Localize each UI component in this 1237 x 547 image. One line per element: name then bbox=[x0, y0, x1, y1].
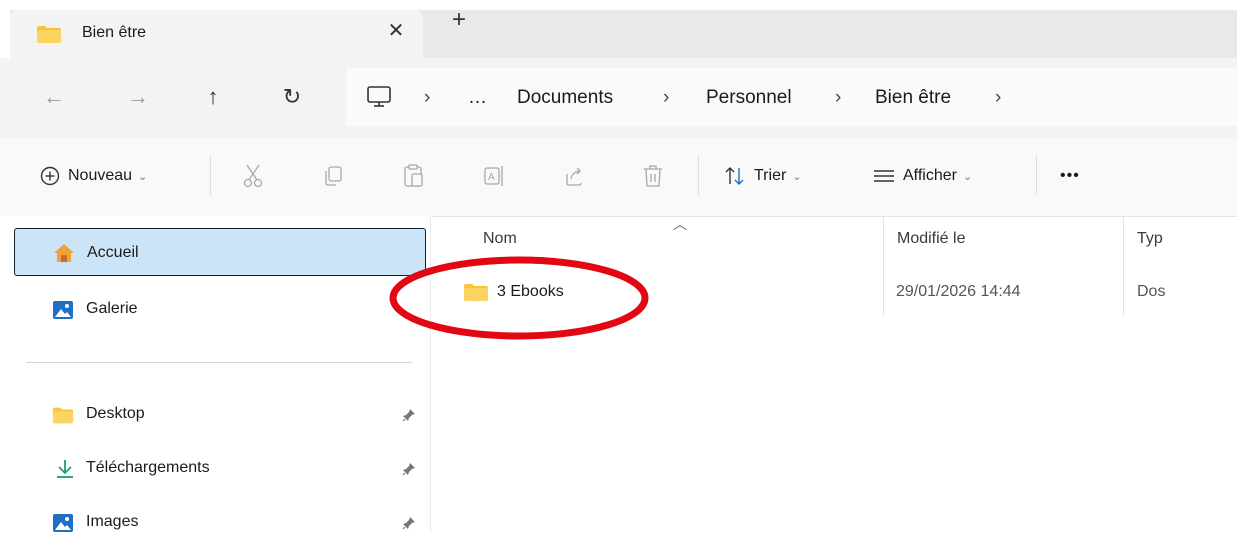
forward-button[interactable]: → bbox=[122, 77, 154, 117]
sidebar-item-label: Images bbox=[86, 513, 139, 530]
close-tab-button[interactable]: ✕ bbox=[382, 18, 410, 43]
sidebar-item-galerie[interactable]: Galerie bbox=[14, 286, 426, 334]
sidebar-divider bbox=[26, 362, 412, 363]
chevron-down-icon: ⌄ bbox=[962, 170, 973, 183]
sort-button[interactable]: Trier ⌄ bbox=[724, 160, 802, 192]
breadcrumb-personnel[interactable]: Personnel bbox=[706, 87, 792, 109]
file-row[interactable]: 3 Ebooks 29/01/2026 14:44 Dos bbox=[451, 274, 1237, 308]
sidebar-item-label: Accueil bbox=[87, 244, 139, 261]
sidebar-item-label: Téléchargements bbox=[86, 459, 210, 476]
back-arrow-icon: ← bbox=[43, 84, 65, 109]
paste-button[interactable] bbox=[403, 160, 425, 192]
view-label: Afficher bbox=[903, 167, 957, 184]
computer-icon[interactable] bbox=[366, 85, 392, 109]
column-header-type[interactable]: Typ bbox=[1137, 230, 1163, 248]
sidebar-item-accueil[interactable]: Accueil bbox=[14, 228, 426, 276]
column-header-name[interactable]: Nom bbox=[483, 230, 517, 248]
sidebar-item-telechargements[interactable]: Téléchargements bbox=[14, 445, 426, 493]
sidebar-item-label: Desktop bbox=[86, 405, 145, 422]
rename-button[interactable]: A bbox=[483, 160, 507, 192]
cut-button[interactable] bbox=[243, 160, 263, 192]
images-icon bbox=[53, 514, 73, 532]
navigation-pane: Accueil Galerie Desktop Téléchargements bbox=[0, 216, 431, 533]
sidebar-item-images[interactable]: Images bbox=[14, 499, 426, 547]
share-button[interactable] bbox=[563, 160, 585, 192]
refresh-icon: ↻ bbox=[282, 84, 302, 109]
sort-arrows-icon bbox=[725, 167, 744, 185]
chevron-right-icon[interactable]: › bbox=[995, 87, 1001, 109]
toolbar-divider bbox=[698, 155, 699, 195]
forward-arrow-icon: → bbox=[127, 84, 149, 109]
file-modified-date: 29/01/2026 14:44 bbox=[896, 283, 1021, 300]
download-icon bbox=[57, 460, 73, 478]
copy-icon bbox=[325, 166, 342, 186]
plus-circle-icon bbox=[40, 166, 60, 186]
toolbar-divider bbox=[210, 155, 211, 195]
breadcrumb-documents[interactable]: Documents bbox=[517, 87, 613, 109]
folder-icon bbox=[464, 284, 488, 301]
tab-bien-etre[interactable]: Bien être ✕ bbox=[10, 10, 423, 58]
new-label: Nouveau bbox=[68, 167, 133, 184]
copy-button[interactable] bbox=[323, 160, 343, 192]
svg-text:A: A bbox=[488, 172, 495, 183]
folder-icon bbox=[37, 26, 61, 43]
rename-icon: A bbox=[484, 166, 503, 186]
file-type: Dos bbox=[1137, 283, 1166, 300]
clipboard-icon bbox=[404, 164, 423, 187]
refresh-button[interactable]: ↻ bbox=[276, 77, 308, 117]
sidebar-item-label: Galerie bbox=[86, 300, 138, 317]
address-overflow-button[interactable]: … bbox=[468, 87, 487, 109]
delete-button[interactable] bbox=[643, 160, 663, 192]
sidebar-item-desktop[interactable]: Desktop bbox=[14, 391, 426, 439]
address-bar[interactable]: › … Documents › Personnel › Bien être › bbox=[346, 68, 1237, 126]
chevron-right-icon[interactable]: › bbox=[424, 87, 430, 109]
sort-ascending-icon: ︿ bbox=[673, 216, 687, 232]
view-lines-icon bbox=[874, 170, 894, 182]
sort-label: Trier bbox=[754, 167, 787, 184]
new-tab-button[interactable]: + bbox=[444, 6, 474, 34]
view-button[interactable]: Afficher ⌄ bbox=[873, 160, 972, 192]
trash-icon bbox=[644, 165, 662, 187]
navigation-row: ← → ↑ ↻ › … Documents › Personnel › Bien… bbox=[0, 58, 1237, 138]
scissors-icon bbox=[243, 164, 263, 188]
up-button[interactable]: ↑ bbox=[197, 77, 229, 117]
tab-bar: Bien être ✕ + bbox=[0, 0, 1237, 58]
breadcrumb-bien-etre[interactable]: Bien être bbox=[875, 87, 951, 109]
more-dots-icon: ••• bbox=[1060, 167, 1080, 184]
new-button[interactable]: Nouveau ⌄ bbox=[40, 160, 147, 192]
share-icon bbox=[566, 167, 582, 186]
file-list: ︿ Nom Modifié le Typ 3 Ebooks 29/01/2026… bbox=[431, 216, 1237, 533]
more-options-button[interactable]: ••• bbox=[1060, 160, 1080, 192]
pin-icon[interactable] bbox=[402, 408, 416, 422]
home-icon bbox=[54, 244, 74, 262]
chevron-right-icon[interactable]: › bbox=[835, 87, 841, 109]
gallery-icon bbox=[53, 301, 73, 319]
chevron-right-icon[interactable]: › bbox=[663, 87, 669, 109]
tab-title: Bien être bbox=[82, 24, 147, 41]
back-button[interactable]: ← bbox=[38, 77, 70, 117]
up-arrow-icon: ↑ bbox=[207, 84, 219, 109]
chevron-down-icon: ⌄ bbox=[138, 170, 148, 183]
folder-icon bbox=[52, 407, 74, 424]
command-bar: Nouveau ⌄ A Trier ⌄ Afficher ⌄ ••• bbox=[0, 138, 1237, 217]
toolbar-divider bbox=[1036, 155, 1037, 195]
pin-icon[interactable] bbox=[402, 462, 416, 476]
pin-icon[interactable] bbox=[402, 516, 416, 530]
column-header-modified[interactable]: Modifié le bbox=[897, 230, 965, 248]
chevron-down-icon: ⌄ bbox=[792, 170, 802, 183]
file-name: 3 Ebooks bbox=[497, 283, 564, 300]
